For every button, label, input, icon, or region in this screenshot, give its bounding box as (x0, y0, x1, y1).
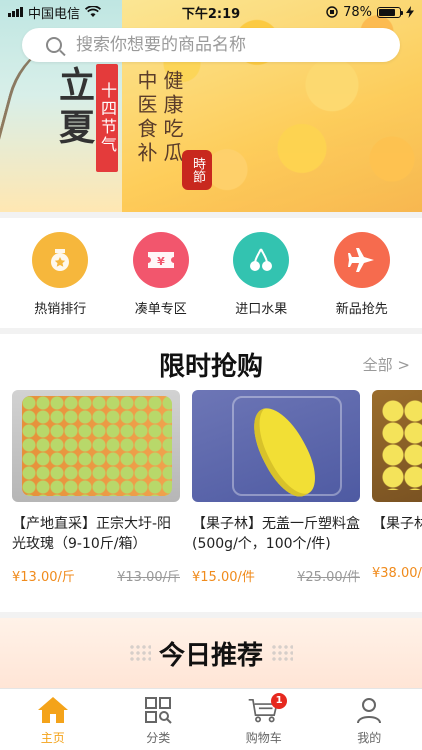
flash-sale-section: 限时抢购 全部 > 【产地直采】正宗大圩-阳光玫瑰（9-10斤/箱） ¥13.0… (0, 334, 422, 612)
product-card[interactable]: 【果子林】柠檬（10- ¥38.00/ (372, 390, 422, 585)
signal-icon (8, 7, 23, 17)
category-new-arrivals[interactable]: 新品抢先 (322, 232, 402, 328)
clock: 下午2:19 (181, 6, 241, 22)
product-old-price: ¥25.00/件 (297, 570, 360, 585)
tab-label: 购物车 (245, 731, 282, 745)
status-bar: 中国电信 下午2:19 78% (0, 0, 422, 24)
product-card[interactable]: 【产地直采】正宗大圩-阳光玫瑰（9-10斤/箱） ¥13.00/斤 ¥13.00… (12, 390, 180, 585)
carrier-label: 中国电信 (28, 6, 81, 22)
screen: 立夏 十四节气 中医食补 健康吃瓜 時節 中国电信 下午2:19 78% 搜索你… (0, 0, 422, 750)
product-price: ¥38.00/ (372, 566, 422, 581)
category-shortcuts: 热销排行 ¥ 凑单专区 进口水果 新品抢先 (0, 218, 422, 328)
category-grid-icon (141, 693, 175, 727)
today-recommend-header: 今日推荐 (0, 618, 422, 688)
orientation-lock-icon (326, 6, 338, 18)
category-label: 热销排行 (34, 302, 87, 317)
svg-text:¥: ¥ (157, 255, 165, 268)
tab-label: 我的 (357, 731, 382, 745)
view-all-link[interactable]: 全部 > (363, 354, 410, 375)
product-card[interactable]: 【果子林】无盖一斤塑料盒(500g/个，100个/件) ¥15.00/件 ¥25… (192, 390, 360, 585)
ticket-icon: ¥ (132, 232, 189, 288)
tab-category[interactable]: 分类 (106, 689, 212, 750)
product-name: 【果子林】无盖一斤塑料盒(500g/个，100个/件) (192, 516, 360, 552)
lemons-image (382, 400, 422, 490)
category-imported-fruit[interactable]: 进口水果 (221, 232, 301, 328)
medal-icon (32, 232, 89, 288)
product-name: 【果子林】柠檬（10- (372, 516, 422, 532)
bottom-tab-bar: 主页 分类 1 购物车 我的 (0, 688, 422, 750)
search-icon (46, 37, 62, 53)
flash-sale-title: 限时抢购 (158, 352, 263, 382)
banner-seal: 時節 (182, 150, 212, 190)
product-image (192, 390, 360, 502)
product-name: 【产地直采】正宗大圩-阳光玫瑰（9-10斤/箱） (12, 516, 172, 552)
search-input[interactable] (76, 35, 366, 55)
battery-percent: 78% (343, 4, 372, 20)
tab-label: 主页 (40, 731, 65, 745)
cart-badge: 1 (271, 693, 288, 709)
decorative-dots (128, 644, 151, 662)
category-label: 凑单专区 (134, 302, 187, 317)
grapes-image (22, 396, 172, 496)
banner-title: 立夏 (53, 66, 95, 150)
banner-red-tag: 十四节气 (96, 64, 118, 172)
product-image (372, 390, 422, 502)
battery-icon (377, 6, 403, 18)
category-label: 新品抢先 (335, 302, 388, 317)
plane-icon (333, 232, 390, 288)
search-bar[interactable] (22, 28, 400, 62)
tab-profile[interactable]: 我的 (317, 689, 422, 750)
tab-home[interactable]: 主页 (0, 689, 106, 750)
home-icon (36, 693, 70, 727)
user-icon (352, 693, 386, 727)
category-hot-ranking[interactable]: 热销排行 (20, 232, 100, 328)
product-list: 【产地直采】正宗大圩-阳光玫瑰（9-10斤/箱） ¥13.00/斤 ¥13.00… (12, 390, 422, 585)
flash-sale-header: 限时抢购 全部 > (0, 334, 422, 390)
product-old-price: ¥13.00/斤 (117, 570, 180, 585)
tab-label: 分类 (146, 731, 171, 745)
today-recommend-title: 今日推荐 (158, 640, 263, 671)
charging-icon (406, 6, 414, 18)
product-price: ¥15.00/件 (192, 570, 255, 585)
product-image (12, 390, 180, 502)
wifi-icon (85, 6, 102, 17)
cherry-icon (233, 232, 290, 288)
tab-cart[interactable]: 1 购物车 (211, 689, 317, 750)
decorative-dots (271, 644, 293, 662)
product-price: ¥13.00/斤 (12, 570, 75, 585)
category-label: 进口水果 (235, 302, 288, 317)
banner-line-1: 中医食补 (134, 70, 158, 166)
category-bundle-zone[interactable]: ¥ 凑单专区 (121, 232, 201, 328)
